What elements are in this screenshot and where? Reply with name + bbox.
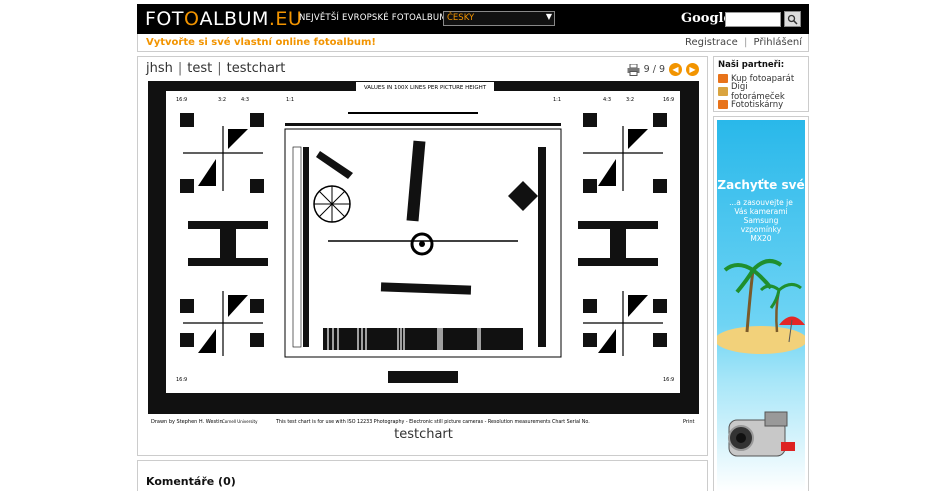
promo-link[interactable]: Vytvořte si své vlastní online fotoalbum… (146, 37, 376, 48)
login-link[interactable]: Přihlášení (754, 37, 802, 48)
logo-text: O (184, 8, 200, 30)
page-wrapper: FOT O ALBUM .EU NEJVĚTŠÍ EVROPSKÉ FOTOAL… (137, 4, 809, 491)
register-link[interactable]: Registrace (685, 37, 738, 48)
logo-text: .EU (268, 8, 303, 30)
auth-links: Registrace | Přihlášení (685, 37, 802, 48)
photo-caption: testchart (394, 427, 453, 442)
pager-position: 9 / 9 (643, 64, 665, 75)
chart-footer-note: This test chart is for use with ISO 1223… (275, 419, 590, 425)
separator: | (743, 37, 748, 48)
separator: | (217, 61, 222, 76)
language-value: ČESKY (447, 13, 475, 23)
ratio-label: 4:3 (241, 97, 249, 103)
ratio-label: 4:3 (603, 97, 611, 103)
arrow-left-icon[interactable]: ◀ (669, 63, 682, 76)
breadcrumb: jhsh | test | testchart (146, 61, 285, 76)
chevron-down-icon: ▼ (545, 12, 552, 21)
site-logo[interactable]: FOT O ALBUM .EU (145, 7, 302, 31)
chart-footer-print: Print (683, 419, 695, 425)
printer-icon (718, 100, 728, 109)
ratio-label: 3:2 (626, 97, 634, 103)
google-search-input[interactable] (725, 12, 781, 27)
ratio-label: 16:9 (663, 377, 674, 383)
partner-link-frame[interactable]: Digi fotorámeček (718, 82, 804, 102)
photo-pager: 9 / 9 ◀ ▶ (627, 63, 699, 76)
chart-top-label: VALUES IN 100X LINES PER PICTURE HEIGHT (364, 85, 487, 91)
language-select[interactable]: ČESKY ▼ (443, 11, 555, 26)
site-tagline: NEJVĚTŠÍ EVROPSKÉ FOTOALBUM (299, 13, 447, 23)
printer-icon[interactable] (627, 63, 640, 76)
chart-footer-author: Drawn by Stephen H. Westin (151, 419, 223, 425)
partners-title: Naši partneři: (718, 60, 785, 70)
breadcrumb-album[interactable]: test (187, 61, 212, 76)
ratio-label: 16:9 (663, 97, 674, 103)
ratio-label: 3:2 (218, 97, 226, 103)
logo-text: ALBUM (199, 8, 269, 30)
arrow-right-icon[interactable]: ▶ (686, 63, 699, 76)
ratio-label: 16:9 (176, 97, 187, 103)
photo-image[interactable]: VALUES IN 100X LINES PER PICTURE HEIGHT … (148, 81, 699, 427)
photo-frame-icon (718, 87, 728, 96)
ad-banner[interactable]: Zachyťte své ...a zasouvejte je Vás kame… (713, 116, 809, 491)
ratio-label: 1:1 (553, 97, 561, 103)
partners-box: Naši partneři: Kup fotoaparát Digi fotor… (713, 56, 809, 112)
separator: | (177, 61, 183, 76)
ratio-label: 16:9 (176, 377, 187, 383)
ad-image: Zachyťte své ...a zasouvejte je Vás kame… (717, 120, 805, 491)
sub-header: Vytvořte si své vlastní online fotoalbum… (137, 34, 809, 52)
chart-footer-institution: Cornell University (222, 419, 258, 424)
search-button[interactable] (784, 11, 801, 27)
partner-label: Digi fotorámeček (730, 81, 785, 102)
photo-panel: jhsh | test | testchart 9 / 9 ◀ ▶ VALUES IN … (137, 56, 708, 456)
breadcrumb-photo: testchart (226, 61, 286, 76)
breadcrumb-user[interactable]: jhsh (146, 61, 173, 76)
ad-illustration (717, 259, 805, 457)
logo-text: FOT (145, 8, 184, 30)
ratio-label: 1:1 (286, 97, 294, 103)
comments-panel: Komentáře (0) (137, 460, 708, 491)
top-header: FOT O ALBUM .EU NEJVĚTŠÍ EVROPSKÉ FOTOAL… (137, 4, 809, 34)
camera-icon (718, 74, 728, 83)
magnifier-icon (787, 14, 798, 25)
comments-title: Komentáře (0) (146, 475, 236, 488)
partner-label: Fototiskárny (731, 99, 784, 110)
